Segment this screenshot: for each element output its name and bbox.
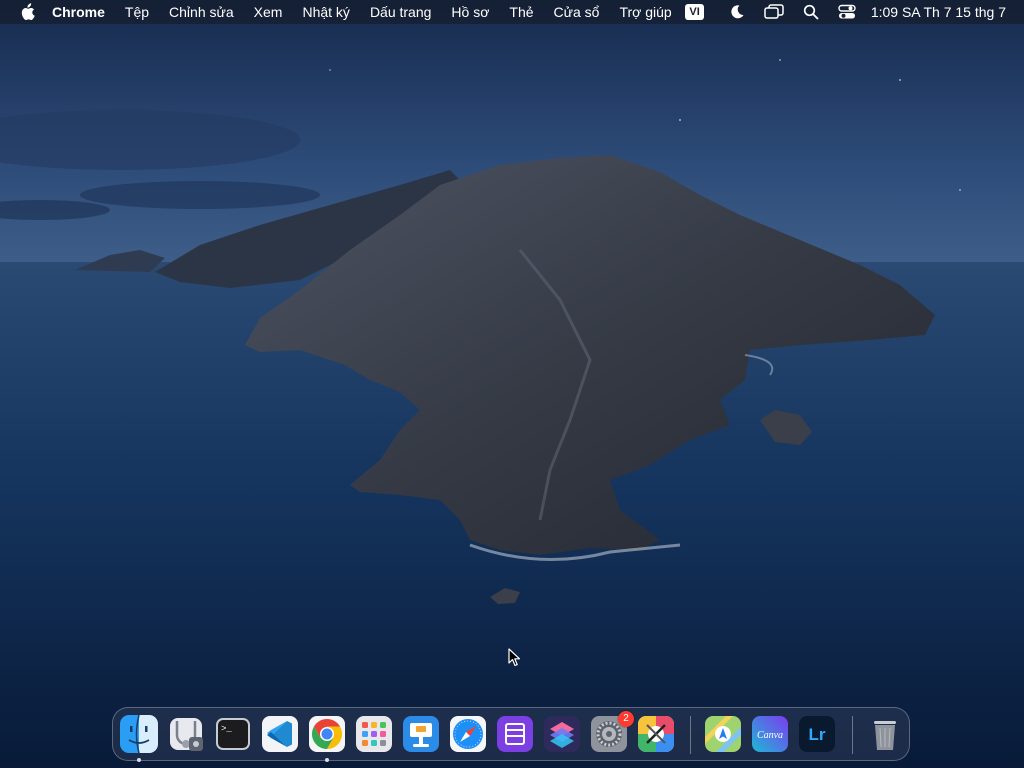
menu-tab[interactable]: Thẻ: [499, 0, 543, 24]
dock-item-shortcuts[interactable]: [543, 715, 581, 753]
menu-bookmarks[interactable]: Dấu trang: [360, 0, 441, 24]
menu-bar-left: Chrome Tệp Chỉnh sửa Xem Nhật ký Dấu tra…: [0, 0, 682, 24]
running-indicator-chrome: [325, 758, 329, 762]
launchpad-icon: [356, 716, 392, 752]
dock-separator: [690, 716, 691, 754]
input-source-menu[interactable]: VI: [685, 0, 704, 24]
dock-item-canva[interactable]: Canva: [751, 715, 789, 753]
notification-badge: 2: [618, 711, 634, 727]
menu-app-name[interactable]: Chrome: [52, 0, 115, 24]
safari-icon: [450, 716, 486, 752]
trash-icon: [874, 721, 896, 750]
menu-file[interactable]: Tệp: [115, 0, 159, 24]
menu-bar-right: VI 1:09 SA Th 7 15 thg 7: [678, 0, 1024, 24]
canva-icon: Canva: [752, 716, 788, 752]
menu-bar: Chrome Tệp Chỉnh sửa Xem Nhật ký Dấu tra…: [0, 0, 1024, 24]
keynote-icon: [403, 716, 439, 752]
storage-app-icon: [497, 716, 533, 752]
apple-icon[interactable]: [16, 0, 38, 24]
dock-item-lightroom[interactable]: Lr: [798, 715, 836, 753]
dock-item-trash[interactable]: [866, 715, 904, 753]
lightroom-icon: Lr: [799, 716, 835, 752]
menu-help[interactable]: Trợ giúp: [609, 0, 681, 24]
running-indicator-finder: [137, 758, 141, 762]
dock-item-launchpad[interactable]: [355, 715, 393, 753]
vscode-icon: [262, 716, 298, 752]
dock-item-maps[interactable]: [704, 715, 742, 753]
dock-item-finder[interactable]: [120, 715, 158, 753]
input-source-badge: VI: [685, 4, 704, 20]
dock-item-chrome[interactable]: [308, 715, 346, 753]
menu-view[interactable]: Xem: [244, 0, 293, 24]
dock: >_ 2 Canva Lr: [112, 707, 910, 762]
finder-icon: [120, 715, 158, 753]
dock-item-developer-tool[interactable]: [637, 715, 675, 753]
terminal-icon: >_: [216, 718, 250, 750]
search-icon[interactable]: [803, 0, 819, 24]
moon-icon[interactable]: [729, 0, 745, 24]
terminal-prompt: >_: [221, 724, 232, 734]
dock-item-storage-app[interactable]: [496, 715, 534, 753]
developer-tools-icon: [638, 716, 674, 752]
menu-edit[interactable]: Chỉnh sửa: [159, 0, 244, 24]
disk-utility-icon: [170, 718, 203, 751]
menu-profiles[interactable]: Hồ sơ: [441, 0, 499, 24]
maps-icon: [705, 716, 741, 752]
dock-item-disk-utility[interactable]: [167, 715, 205, 753]
chrome-icon: [309, 716, 345, 752]
dock-item-system-settings[interactable]: 2: [590, 711, 634, 753]
dock-item-safari[interactable]: [449, 715, 487, 753]
dock-item-keynote[interactable]: [402, 715, 440, 753]
dock-item-vscode[interactable]: [261, 715, 299, 753]
menu-window[interactable]: Cửa sổ: [544, 0, 610, 24]
mouse-cursor-icon: [508, 648, 521, 667]
screen-mirroring-icon[interactable]: [764, 0, 784, 24]
canva-wordmark: Canva: [757, 730, 783, 741]
lightroom-wordmark: Lr: [809, 725, 826, 744]
menu-history[interactable]: Nhật ký: [292, 0, 359, 24]
control-center-icon[interactable]: [838, 0, 856, 24]
dock-item-terminal[interactable]: >_: [214, 715, 252, 753]
menu-clock[interactable]: 1:09 SA Th 7 15 thg 7: [871, 4, 1006, 20]
shortcuts-icon: [544, 716, 580, 752]
dock-separator: [852, 716, 853, 754]
